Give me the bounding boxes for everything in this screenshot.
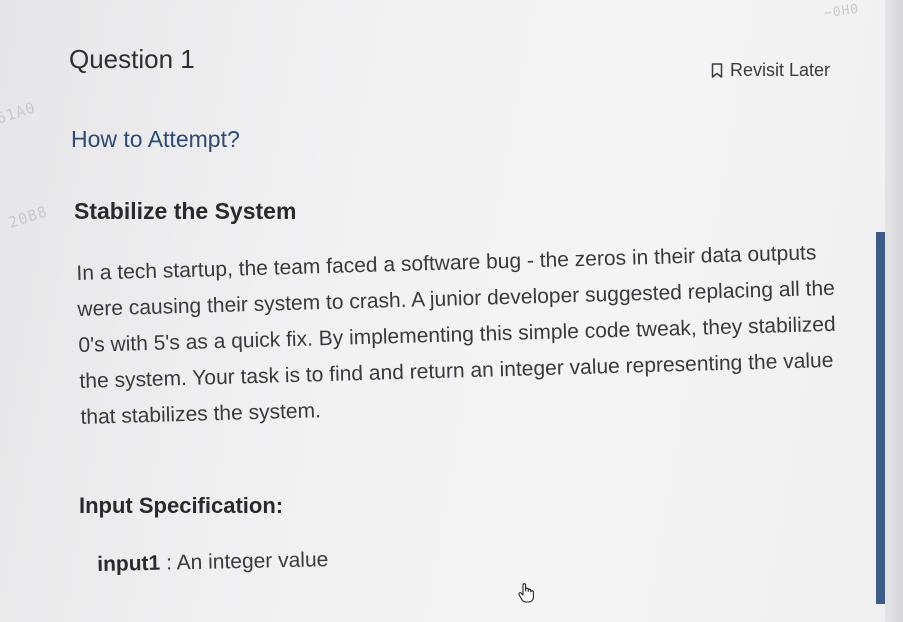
page-edge <box>885 0 903 622</box>
revisit-later-label: Revisit Later <box>730 60 831 80</box>
watermark: 61A0 <box>0 98 38 128</box>
watermark: ~0H0 <box>823 1 861 22</box>
hand-cursor-icon <box>518 583 534 603</box>
problem-description: In a tech startup, the team faced a soft… <box>76 241 836 429</box>
problem-title: Stabilize the System <box>74 198 297 224</box>
input-separator: : <box>159 551 177 575</box>
how-to-attempt-link[interactable]: How to Attempt? <box>71 126 240 153</box>
input-name: input1 <box>97 551 161 576</box>
question-page: 61A0 20B8 ~0H0 Question 1 Revisit Later … <box>0 0 903 622</box>
input-spec-item: input1 : An integer value <box>97 548 329 577</box>
watermark: 20B8 <box>6 202 50 232</box>
revisit-later-button[interactable]: Revisit Later <box>711 60 830 81</box>
input-spec-heading: Input Specification: <box>79 493 284 518</box>
question-title: Question 1 <box>69 44 195 74</box>
input-description: An integer value <box>176 548 329 575</box>
bookmark-icon <box>711 63 723 78</box>
scrollbar[interactable] <box>876 232 885 604</box>
